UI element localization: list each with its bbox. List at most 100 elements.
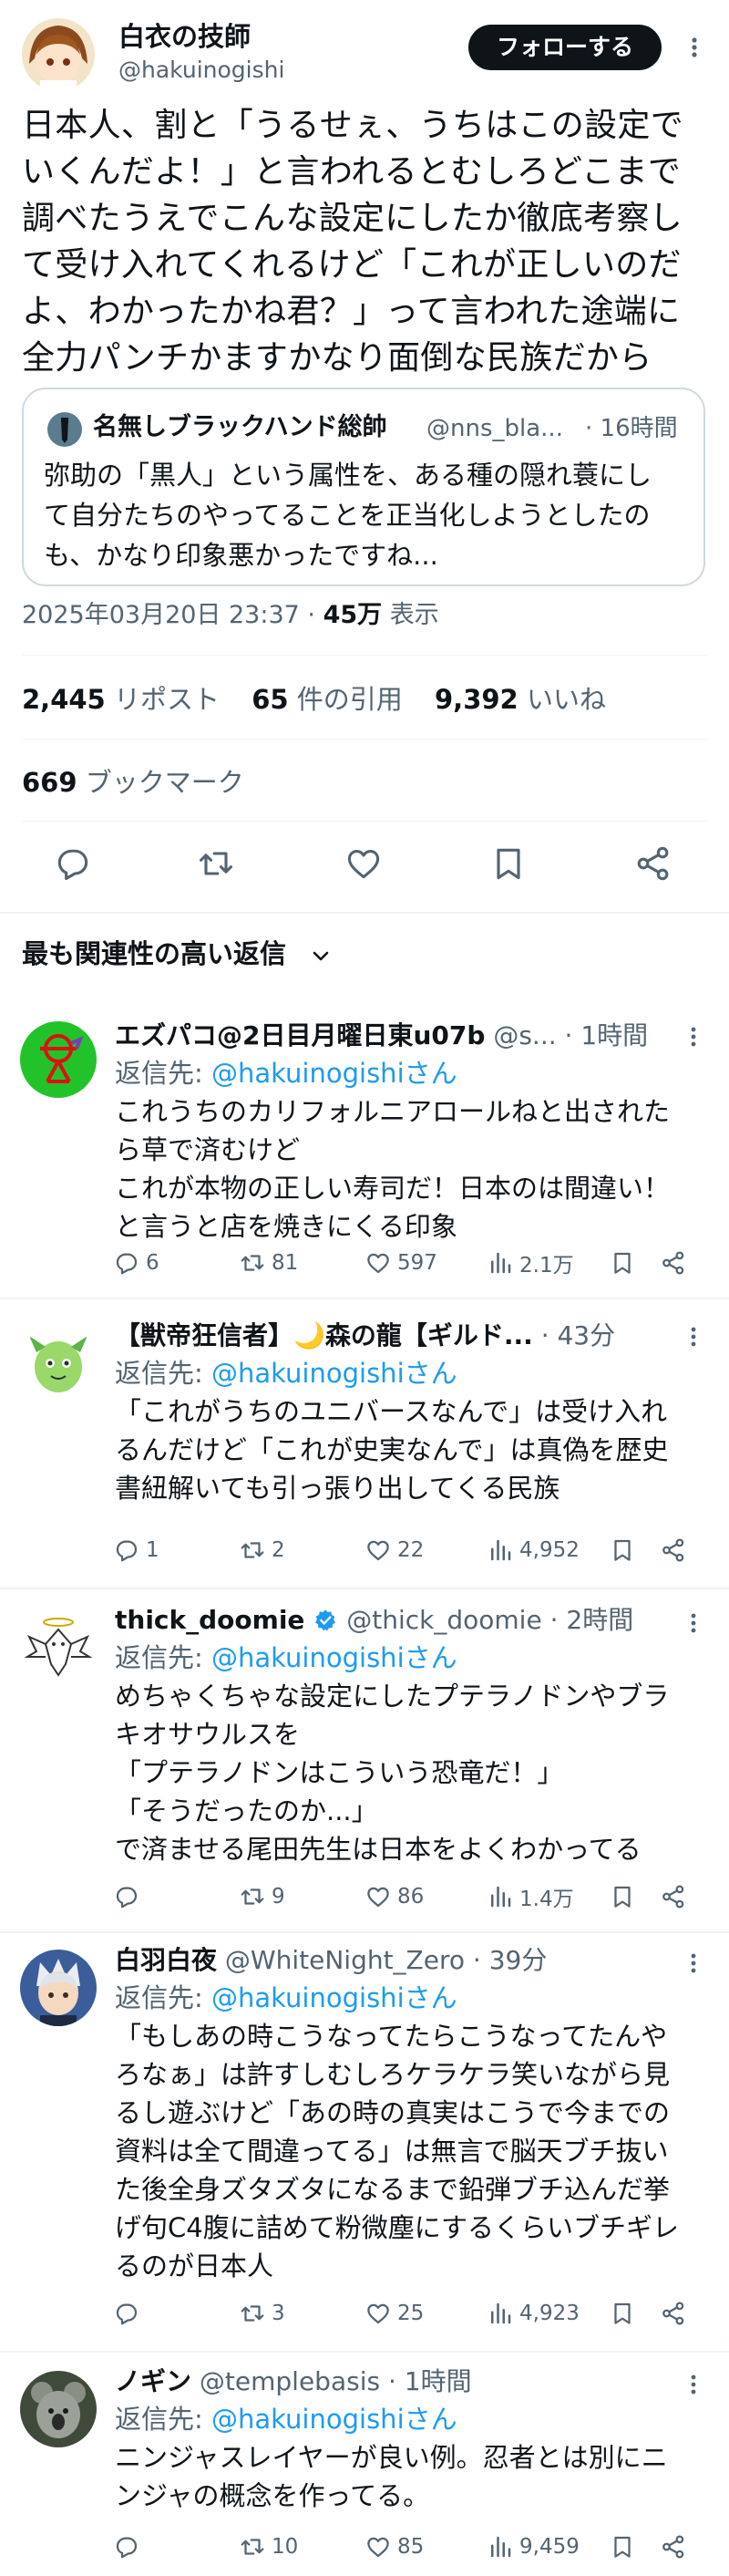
repost-icon bbox=[241, 1888, 264, 1905]
share-button[interactable] bbox=[660, 2296, 687, 2331]
like-button[interactable]: 22 bbox=[364, 1533, 424, 1567]
reply-header: 白羽白夜 @WhiteNight_Zero · 39分 bbox=[115, 1940, 680, 1981]
reply-to-handle[interactable]: @hakuinogishiさん bbox=[211, 1982, 457, 2013]
reply-to-handle[interactable]: @hakuinogishiさん bbox=[211, 1058, 457, 1089]
avatar[interactable] bbox=[20, 1950, 97, 2026]
quotes-count: 65 bbox=[252, 684, 289, 715]
repost-button[interactable]: 81 bbox=[239, 1246, 298, 1280]
reply-author-handle[interactable]: @templebasis bbox=[200, 2366, 380, 2396]
bookmark-icon bbox=[614, 1886, 631, 1908]
reply-button[interactable] bbox=[113, 2296, 140, 2331]
views-count: 45万 bbox=[323, 601, 383, 629]
repost-button[interactable]: 2 bbox=[239, 1533, 285, 1567]
reply-author-name[interactable]: 【獣帝狂信者】🌙森の龍【ギルド... bbox=[115, 1320, 533, 1350]
like-icon[interactable] bbox=[344, 843, 384, 884]
like-button[interactable]: 597 bbox=[364, 1246, 437, 1280]
reply[interactable]: ノギン @templebasis · 1時間 返信先: @hakuinogish… bbox=[0, 2353, 729, 2576]
reply-button[interactable]: 6 bbox=[113, 1246, 159, 1280]
reply-author-name[interactable]: ノギン bbox=[115, 2366, 191, 2396]
reply-actions: 1 2 22 4,952 bbox=[113, 1533, 696, 1567]
reply-author-handle[interactable]: @s... bbox=[493, 1020, 556, 1050]
reply-to-handle[interactable]: @hakuinogishiさん bbox=[211, 1358, 457, 1389]
reply-to-handle[interactable]: @hakuinogishiさん bbox=[211, 2404, 457, 2435]
views-icon bbox=[491, 1886, 511, 1908]
reply-author-name[interactable]: thick_doomie bbox=[115, 1605, 304, 1635]
author-handle[interactable]: @hakuinogishi bbox=[118, 55, 284, 86]
avatar[interactable] bbox=[20, 1609, 97, 1686]
verified-badge-icon bbox=[315, 1609, 336, 1631]
like-button[interactable]: 86 bbox=[364, 1879, 424, 1914]
quote-text: 弥助の「黒人」という属性を、ある種の隠れ蓑にし て自分たちのやってることを正当化… bbox=[44, 455, 691, 575]
more-icon[interactable] bbox=[682, 1325, 705, 1349]
more-icon[interactable] bbox=[682, 1611, 705, 1635]
reposts-label: リポスト bbox=[113, 684, 220, 715]
section-divider bbox=[0, 912, 729, 914]
reply-author-handle[interactable]: @WhiteNight_Zero bbox=[225, 1945, 465, 1975]
reply-to-handle[interactable]: @hakuinogishiさん bbox=[211, 1642, 457, 1673]
avatar[interactable] bbox=[20, 1325, 97, 1402]
quote-author-handle: @nns_bla... bbox=[426, 415, 563, 442]
reposts-stat[interactable]: 2,445 リポスト bbox=[22, 684, 243, 715]
replies-sort-label[interactable]: 最も関連性の高い返信 bbox=[22, 934, 286, 974]
reply-button[interactable] bbox=[113, 2529, 140, 2564]
avatar[interactable] bbox=[20, 1021, 97, 1098]
bookmark-button[interactable] bbox=[609, 2529, 636, 2564]
avatar[interactable] bbox=[22, 18, 95, 91]
likes-stat[interactable]: 9,392 いいね bbox=[435, 684, 630, 715]
more-icon[interactable] bbox=[682, 2373, 705, 2396]
reply-time[interactable]: · 43分 bbox=[541, 1320, 615, 1350]
reply-icon[interactable] bbox=[53, 843, 93, 884]
views-button[interactable]: 1.4万 bbox=[487, 1879, 574, 1914]
quotes-stat[interactable]: 65 件の引用 bbox=[252, 684, 426, 715]
reply-button[interactable]: 1 bbox=[113, 1533, 159, 1567]
tweet-text-line: 全力パンチかますかなり面倒な民族だから bbox=[22, 339, 652, 377]
reply[interactable]: 白羽白夜 @WhiteNight_Zero · 39分 返信先: @hakuin… bbox=[0, 1933, 729, 2353]
share-icon[interactable] bbox=[633, 843, 673, 884]
reply-time[interactable]: · 39分 bbox=[473, 1945, 547, 1975]
more-icon[interactable] bbox=[682, 1025, 705, 1049]
reply-time[interactable]: · 2時間 bbox=[550, 1605, 634, 1635]
reply[interactable]: エズパコ@2日目月曜日東u07b @s... · 1時間 返信先: @hakui… bbox=[0, 1003, 729, 1299]
bookmark-button[interactable] bbox=[609, 1533, 636, 1567]
more-icon[interactable] bbox=[682, 1951, 705, 1975]
chevron-down-icon[interactable] bbox=[310, 945, 332, 967]
repost-icon[interactable] bbox=[196, 843, 236, 884]
author-name[interactable]: 白衣の技師 bbox=[118, 18, 251, 55]
views-button[interactable]: 4,923 bbox=[487, 2296, 580, 2331]
like-button[interactable]: 25 bbox=[364, 2296, 424, 2331]
like-icon bbox=[367, 1540, 389, 1561]
share-button[interactable] bbox=[660, 2529, 687, 2564]
reply-author-name[interactable]: 白羽白夜 bbox=[115, 1945, 217, 1975]
views-icon bbox=[491, 2536, 511, 2558]
share-button[interactable] bbox=[660, 1246, 687, 1280]
timestamp[interactable]: 2025年03月20日 23:37 · bbox=[22, 601, 323, 629]
repost-button[interactable]: 3 bbox=[239, 2296, 285, 2331]
bookmark-icon[interactable] bbox=[488, 843, 529, 884]
bookmark-stats[interactable]: 669 ブックマーク bbox=[22, 762, 268, 802]
views-button[interactable]: 9,459 bbox=[487, 2529, 580, 2564]
share-button[interactable] bbox=[660, 1533, 687, 1567]
reply[interactable]: 【獣帝狂信者】🌙森の龍【ギルド... · 43分 返信先: @hakuinogi… bbox=[0, 1299, 729, 1589]
views-button[interactable]: 4,952 bbox=[487, 1533, 580, 1567]
reply-text: 「これがうちのユニバースなんで」は受け入れ るんだけど「これが史実なんで」は真偽… bbox=[115, 1392, 716, 1507]
reply-time[interactable]: · 1時間 bbox=[388, 2366, 472, 2396]
avatar[interactable] bbox=[20, 2371, 97, 2447]
reply[interactable]: thick_doomie @thick_doomie · 2時間 返信先: @h… bbox=[0, 1589, 729, 1933]
like-button[interactable]: 85 bbox=[364, 2529, 424, 2564]
views-button[interactable]: 2.1万 bbox=[487, 1246, 574, 1280]
reply-author-handle[interactable]: @thick_doomie bbox=[346, 1605, 541, 1635]
reply-time[interactable]: · 1時間 bbox=[565, 1020, 649, 1050]
bookmark-button[interactable] bbox=[609, 1879, 636, 1914]
bookmark-button[interactable] bbox=[609, 2296, 636, 2331]
more-icon[interactable] bbox=[682, 35, 707, 60]
reply-count: 1 bbox=[146, 1538, 159, 1562]
follow-button[interactable]: フォローする bbox=[468, 25, 662, 70]
bookmark-button[interactable] bbox=[609, 1246, 636, 1280]
reply-button[interactable] bbox=[113, 1879, 140, 1914]
share-button[interactable] bbox=[660, 1879, 687, 1914]
quote-tweet[interactable]: 名無しブラックハンド総帥 @nns_bla... · 16時間 弥助の「黒人」と… bbox=[22, 388, 705, 586]
bookmark-icon bbox=[614, 2536, 631, 2558]
repost-button[interactable]: 9 bbox=[239, 1879, 285, 1914]
repost-button[interactable]: 10 bbox=[239, 2529, 298, 2564]
reply-author-name[interactable]: エズパコ@2日目月曜日東u07b bbox=[115, 1020, 485, 1050]
